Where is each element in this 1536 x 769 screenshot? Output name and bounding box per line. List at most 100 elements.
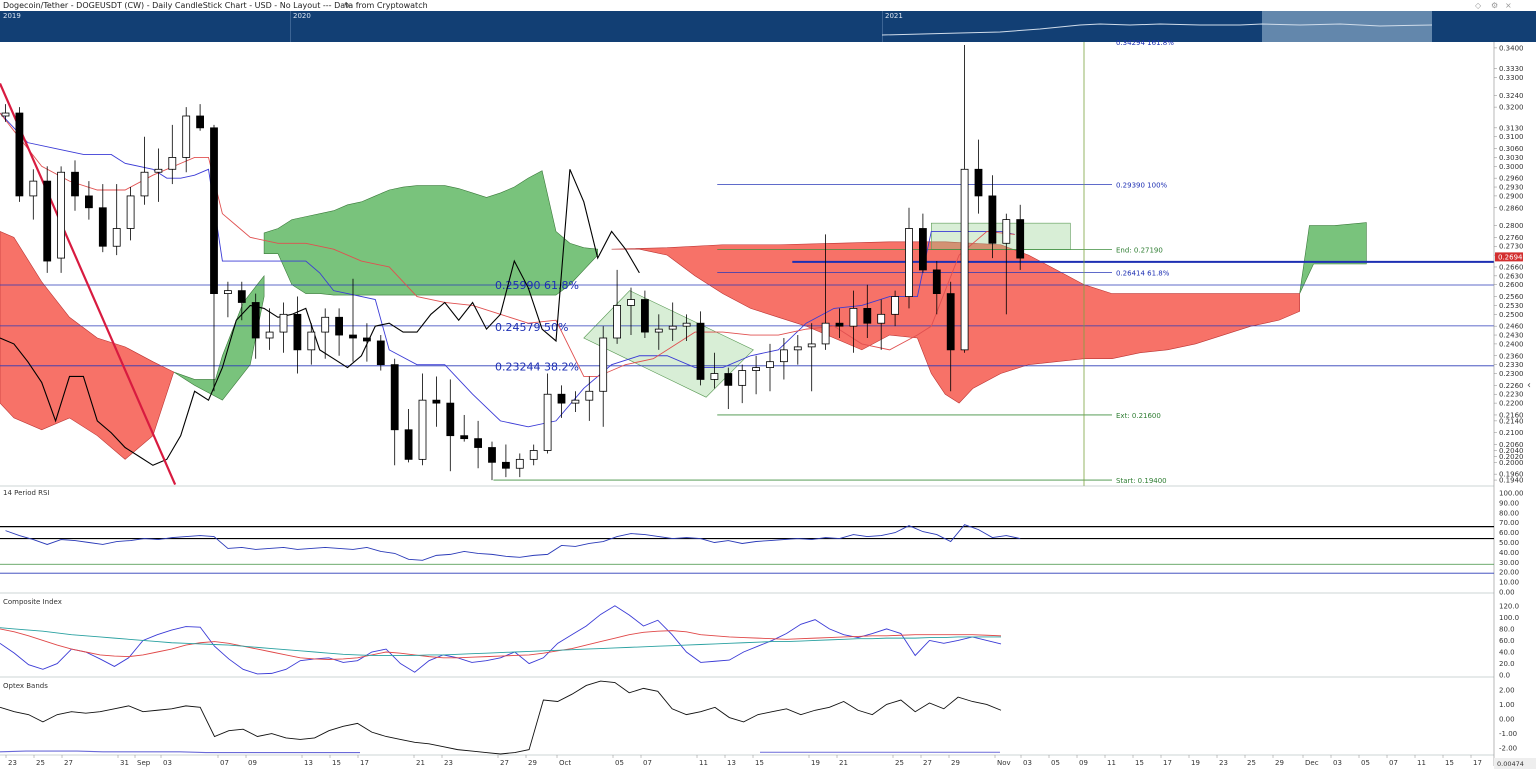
candle-bearish	[446, 402, 455, 437]
current-price-label: 0.2694	[1498, 254, 1523, 262]
x-tick-label: 09	[1079, 759, 1088, 767]
composite-tick-label: 60.0	[1499, 637, 1515, 645]
y-tick-label: 0.2260	[1499, 382, 1524, 390]
candle-bullish	[154, 168, 163, 173]
collapse-arrow-icon: ‹	[1527, 380, 1531, 391]
y-tick-label: 0.1940	[1499, 477, 1524, 485]
y-tick-label: 0.2140	[1499, 417, 1524, 425]
y-tick-label: 0.2560	[1499, 293, 1524, 301]
candle-bearish	[474, 438, 483, 448]
composite-index-series	[0, 605, 1002, 675]
candle-bearish	[988, 195, 997, 244]
optex-line	[0, 680, 1002, 755]
target-zone-box	[930, 222, 1071, 250]
candle-bearish	[210, 127, 218, 294]
x-tick-label: 25	[895, 759, 904, 767]
x-tick-label: 21	[416, 759, 425, 767]
candle-bearish	[932, 269, 941, 295]
candle-bullish	[807, 343, 816, 348]
composite-panel-title: Composite Index	[3, 598, 62, 606]
candle-bullish	[960, 168, 969, 351]
rsi-tick-label: 80.00	[1499, 509, 1519, 517]
optex-tick-label: -2.00	[1499, 745, 1517, 753]
rsi-line	[5, 524, 1021, 561]
optex-panel-title: Optex Bands	[3, 682, 48, 690]
candle-bearish	[863, 307, 872, 324]
composite-tick-label: 100.0	[1499, 614, 1519, 622]
x-tick-label: 05	[1361, 759, 1370, 767]
candle-bearish	[696, 322, 705, 380]
composite-index-series	[0, 627, 1001, 656]
candle-bearish	[196, 115, 205, 129]
candle-bearish	[98, 207, 107, 247]
fib-retracement-label: 0.23244 38.2%	[495, 360, 579, 373]
rsi-tick-label: 70.00	[1499, 519, 1519, 527]
candle-bearish	[251, 302, 260, 339]
candle-bullish	[766, 361, 774, 368]
x-tick-label: 15	[1135, 759, 1144, 767]
candle-bullish	[182, 115, 191, 158]
y-tick-label: 0.2300	[1499, 370, 1524, 378]
x-tick-label: 29	[528, 759, 537, 767]
candle-bullish	[821, 322, 830, 345]
candle-bearish	[835, 322, 844, 327]
candle-bearish	[460, 435, 469, 440]
composite-tick-label: 20.0	[1499, 660, 1515, 668]
x-tick-label: Oct	[559, 759, 571, 767]
candle-bullish	[168, 157, 177, 170]
fib-annotation-label: Ext: 0.21600	[1116, 412, 1161, 420]
candle-bullish	[738, 370, 747, 386]
y-tick-label: 0.3130	[1499, 124, 1524, 132]
x-tick-label: 03	[1333, 759, 1342, 767]
candle-bearish	[432, 399, 441, 404]
candle-bullish	[1002, 219, 1011, 244]
chart-canvas[interactable]: 0.25990 61.8%0.24579 50%0.23244 38.2%0.2…	[0, 0, 1536, 769]
y-tick-label: 0.3240	[1499, 92, 1524, 100]
y-tick-label: 0.3000	[1499, 163, 1524, 171]
candle-bullish	[223, 290, 232, 295]
x-tick-label: 29	[951, 759, 960, 767]
candle-bearish	[946, 293, 955, 351]
composite-index-series	[0, 628, 1002, 660]
candle-bearish	[237, 290, 246, 303]
candle-bullish	[29, 180, 38, 197]
candle-bullish	[126, 195, 135, 229]
x-tick-label: 27	[64, 759, 73, 767]
candle-bullish	[793, 346, 802, 351]
candle-bearish	[641, 299, 649, 333]
x-tick-label: 19	[1191, 759, 1200, 767]
y-tick-label: 0.2760	[1499, 234, 1524, 242]
x-tick-label: 07	[220, 759, 229, 767]
candle-bearish	[488, 447, 496, 463]
x-tick-label: 13	[727, 759, 736, 767]
candle-bullish	[668, 325, 677, 330]
rsi-tick-label: 60.00	[1499, 529, 1519, 537]
candle-bullish	[529, 450, 538, 460]
candle-bearish	[724, 373, 733, 386]
rsi-tick-label: 90.00	[1499, 499, 1519, 507]
x-tick-label: 09	[248, 759, 257, 767]
candle-bullish	[627, 299, 635, 306]
x-tick-label: 15	[1445, 759, 1454, 767]
optex-band-line	[0, 750, 360, 754]
candle-bullish	[585, 390, 594, 401]
x-tick-label: Nov	[997, 759, 1011, 767]
candle-bearish	[974, 168, 983, 197]
candle-bearish	[293, 313, 302, 351]
candle-bullish	[265, 331, 274, 339]
x-tick-label: 17	[1163, 759, 1172, 767]
y-tick-label: 0.2430	[1499, 332, 1524, 340]
candle-bullish	[613, 305, 621, 339]
y-tick-label: 0.2200	[1499, 400, 1524, 408]
x-tick-label: 15	[332, 759, 341, 767]
candle-bullish	[599, 337, 608, 392]
y-tick-label: 0.3300	[1499, 74, 1524, 82]
candle-bearish	[335, 316, 344, 336]
rsi-tick-label: 50.00	[1499, 539, 1519, 547]
candle-bullish	[849, 307, 858, 327]
candle-bullish	[780, 349, 788, 363]
x-tick-label: 27	[923, 759, 932, 767]
candle-bearish	[501, 461, 510, 469]
candle-bullish	[515, 458, 524, 469]
candle-bearish	[557, 393, 566, 404]
